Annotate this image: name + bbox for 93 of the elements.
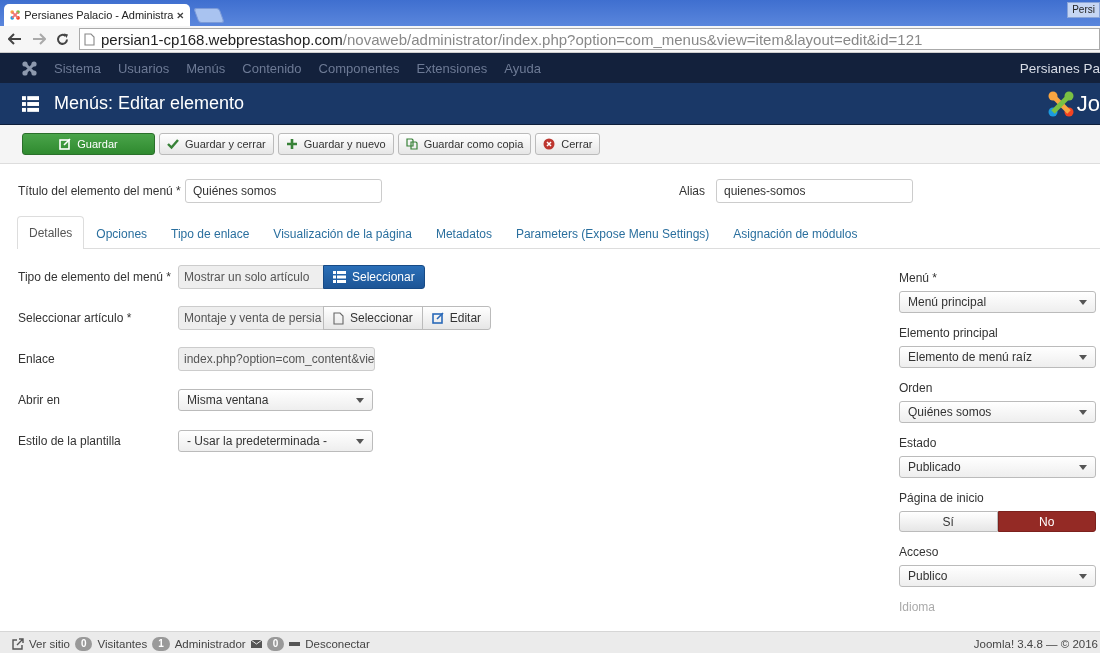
toolbar-button[interactable]: Guardar [22, 133, 155, 155]
external-link-icon [12, 637, 24, 650]
field-label: Abrir en [18, 393, 62, 407]
window-label: Persi [1067, 2, 1100, 18]
field-label: Seleccionar artículo * [18, 311, 133, 325]
caret-icon [356, 397, 364, 403]
nav-menu-item[interactable]: Componentes [318, 60, 400, 76]
reload-icon [56, 32, 69, 46]
forward-icon [32, 33, 46, 45]
view-site-link[interactable]: Ver sitio [29, 637, 70, 650]
toggle-option[interactable]: Sí [899, 511, 998, 532]
address-bar[interactable]: persian1-cp168.webprestashop.com/novaweb/administrator/index.php?option=com_menus&view=item&layout=edit&id=121 [79, 28, 1100, 50]
tab[interactable]: Metadatos [423, 217, 504, 249]
joomla-logo-icon [10, 8, 21, 22]
plus-icon [285, 138, 298, 150]
check-icon [167, 138, 179, 150]
field-label: Elemento principal [899, 326, 999, 340]
field-label: Página de inicio [899, 491, 985, 505]
admins-label: Administrador [174, 637, 246, 650]
field-label: Acceso [899, 545, 940, 559]
field-label: Alias [679, 184, 705, 198]
field-label: Tipo de elemento del menú * [18, 270, 172, 284]
nav-menu-item[interactable]: Ayuda [504, 60, 541, 76]
toggle-option[interactable]: No [997, 511, 1096, 532]
site-name[interactable]: Persianes Pa [1019, 60, 1100, 76]
tab[interactable]: Asignación de módulos [721, 217, 870, 249]
cancel-icon [543, 138, 556, 150]
caret-icon [1079, 409, 1087, 415]
tab[interactable]: Opciones [84, 217, 160, 249]
toolbar-button[interactable]: Guardar y cerrar [159, 133, 274, 155]
logout-link[interactable]: Desconectar [305, 637, 370, 650]
input-field[interactable]: quienes-somos [716, 179, 913, 203]
select-button[interactable]: Seleccionar [323, 265, 425, 289]
tab[interactable]: Parameters (Expose Menu Settings) [503, 217, 722, 249]
input-field: Mostrar un solo artículo [178, 265, 324, 289]
count-badge: 0 [74, 636, 93, 651]
tab[interactable]: Tipo de enlace [159, 217, 262, 249]
dropdown[interactable]: Quiénes somos [899, 401, 1096, 423]
count-badge: 1 [152, 636, 170, 651]
new-tab-button[interactable] [193, 8, 225, 23]
dropdown[interactable]: Elemento de menú raíz [899, 346, 1096, 368]
close-icon [177, 10, 184, 20]
joomla-logo-icon [1047, 90, 1074, 117]
copy-icon [405, 138, 418, 150]
page-title: Menús: Editar elemento [54, 93, 245, 114]
tab[interactable]: Visualización de la página [261, 217, 424, 249]
caret-icon [356, 438, 364, 444]
nav-menu-item[interactable]: Contenido [242, 60, 302, 76]
toolbar-button[interactable]: Guardar y nuevo [277, 133, 394, 155]
list-icon [333, 271, 346, 283]
caret-icon [1079, 299, 1087, 305]
input-field: Montaje y venta de persia [178, 306, 324, 330]
edit-icon [59, 138, 72, 150]
field-label: Enlace [18, 352, 56, 366]
dropdown[interactable]: - Usar la predeterminada - [178, 430, 373, 452]
list-icon [22, 95, 39, 112]
browser-tab[interactable]: Persianes Palacio - Administra [4, 4, 190, 26]
toolbar-button[interactable]: Cerrar [535, 133, 601, 155]
caret-icon [1079, 354, 1087, 360]
caret-icon [1079, 573, 1087, 579]
dropdown[interactable]: Misma ventana [178, 389, 373, 411]
minus-icon [289, 641, 301, 646]
dropdown[interactable]: Menú principal [899, 291, 1096, 313]
input-field: index.php?option=com_content&vie [178, 347, 375, 371]
tab-title: Persianes Palacio - Administra [24, 9, 174, 21]
dropdown[interactable]: Publico [899, 565, 1096, 587]
tab[interactable]: Detalles [17, 216, 85, 249]
back-icon [8, 33, 22, 45]
caret-icon [1079, 464, 1087, 470]
version-text: Joomla! 3.4.8 — © 2016 [973, 637, 1099, 650]
count-badge: 0 [266, 636, 285, 651]
nav-menu-item[interactable]: Sistema [54, 60, 101, 76]
joomla-logo-icon [22, 60, 37, 76]
envelope-icon [250, 639, 262, 648]
field-label: Idioma [899, 600, 937, 614]
nav-menu-item[interactable]: Menús [186, 60, 226, 76]
dropdown[interactable]: Publicado [899, 456, 1096, 478]
field-label: Orden [899, 381, 934, 395]
file-icon [333, 311, 344, 325]
nav-menu-item[interactable]: Usuarios [117, 60, 170, 76]
select-button[interactable]: Editar [421, 306, 492, 330]
field-label: Estado [899, 436, 938, 450]
file-icon [84, 32, 95, 46]
nav-menu-item[interactable]: Extensiones [416, 60, 488, 76]
logo-text: Jo [1076, 90, 1100, 117]
select-button[interactable]: Seleccionar [323, 306, 423, 330]
field-label: Título del elemento del menú * [18, 184, 182, 198]
toolbar-button[interactable]: Guardar como copia [397, 133, 532, 155]
input-field[interactable]: Quiénes somos [185, 179, 382, 203]
visitors-label: Visitantes [97, 637, 148, 650]
field-label: Menú * [899, 271, 939, 285]
edit-icon [431, 312, 444, 324]
field-label: Estilo de la plantilla [18, 434, 122, 448]
